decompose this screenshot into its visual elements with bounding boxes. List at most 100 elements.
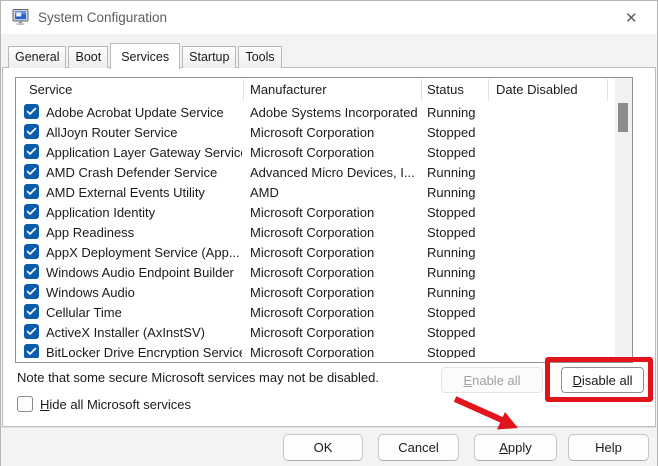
service-manufacturer: Microsoft Corporation	[250, 145, 424, 160]
service-status: Running	[427, 265, 487, 280]
service-manufacturer: Advanced Micro Devices, I...	[250, 165, 424, 180]
column-divider	[488, 79, 489, 101]
service-checkbox[interactable]	[24, 304, 39, 319]
service-checkbox[interactable]	[24, 324, 39, 339]
service-checkbox[interactable]	[24, 344, 39, 358]
service-manufacturer: Microsoft Corporation	[250, 325, 424, 340]
service-status: Running	[427, 185, 487, 200]
service-checkbox[interactable]	[24, 104, 39, 119]
service-status: Stopped	[427, 305, 487, 320]
system-configuration-window: System Configuration ✕ General Boot Serv…	[0, 0, 658, 466]
service-name: AMD Crash Defender Service	[46, 165, 242, 180]
service-checkbox[interactable]	[24, 244, 39, 259]
services-list: Service Manufacturer Status Date Disable…	[15, 77, 633, 363]
service-status: Stopped	[427, 225, 487, 240]
close-icon[interactable]: ✕	[619, 7, 643, 29]
service-checkbox[interactable]	[24, 164, 39, 179]
tab-strip: General Boot Services Startup Tools	[8, 41, 284, 68]
tab-boot[interactable]: Boot	[68, 46, 108, 68]
table-row[interactable]: Application Layer Gateway Service Micros…	[16, 142, 615, 162]
service-status: Stopped	[427, 125, 487, 140]
service-status: Running	[427, 105, 487, 120]
service-name: Application Identity	[46, 205, 242, 220]
service-checkbox[interactable]	[24, 184, 39, 199]
enable-all-button[interactable]: Enable all	[441, 367, 543, 393]
table-row[interactable]: Windows Audio Endpoint Builder Microsoft…	[16, 262, 615, 282]
service-manufacturer: AMD	[250, 185, 424, 200]
service-status: Running	[427, 245, 487, 260]
cancel-button[interactable]: Cancel	[378, 434, 459, 461]
service-manufacturer: Adobe Systems Incorporated	[250, 105, 424, 120]
service-status: Stopped	[427, 145, 487, 160]
service-name: AppX Deployment Service (App...	[46, 245, 242, 260]
service-manufacturer: Microsoft Corporation	[250, 245, 424, 260]
scrollbar-thumb[interactable]	[618, 103, 628, 132]
table-row[interactable]: AllJoyn Router Service Microsoft Corpora…	[16, 122, 615, 142]
table-row[interactable]: Application Identity Microsoft Corporati…	[16, 202, 615, 222]
column-header-service[interactable]: Service	[29, 82, 72, 97]
service-checkbox[interactable]	[24, 144, 39, 159]
service-status: Stopped	[427, 325, 487, 340]
services-list-header: Service Manufacturer Status Date Disable…	[16, 78, 615, 102]
title-bar: System Configuration ✕	[1, 1, 657, 34]
column-divider	[421, 79, 422, 101]
hide-microsoft-services-checkbox[interactable]	[17, 396, 33, 412]
service-checkbox[interactable]	[24, 204, 39, 219]
service-status: Running	[427, 165, 487, 180]
service-manufacturer: Microsoft Corporation	[250, 305, 424, 320]
service-name: Cellular Time	[46, 305, 242, 320]
apply-button[interactable]: Apply	[474, 434, 557, 461]
disable-all-button[interactable]: Disable all	[561, 367, 644, 393]
service-name: ActiveX Installer (AxInstSV)	[46, 325, 242, 340]
table-row[interactable]: App Readiness Microsoft Corporation Stop…	[16, 222, 615, 242]
service-name: Adobe Acrobat Update Service	[46, 105, 242, 120]
service-checkbox[interactable]	[24, 284, 39, 299]
table-row[interactable]: Windows Audio Microsoft Corporation Runn…	[16, 282, 615, 302]
service-name: App Readiness	[46, 225, 242, 240]
column-divider	[607, 79, 608, 101]
service-manufacturer: Microsoft Corporation	[250, 345, 424, 358]
service-manufacturer: Microsoft Corporation	[250, 225, 424, 240]
tab-services[interactable]: Services	[110, 43, 180, 69]
dialog-button-bar: OK Cancel Apply Help	[1, 427, 657, 466]
table-row[interactable]: AMD Crash Defender Service Advanced Micr…	[16, 162, 615, 182]
service-manufacturer: Microsoft Corporation	[250, 285, 424, 300]
service-name: Windows Audio	[46, 285, 242, 300]
msconfig-app-icon	[12, 9, 32, 27]
column-divider	[243, 79, 244, 101]
column-header-date-disabled[interactable]: Date Disabled	[496, 82, 578, 97]
tab-startup[interactable]: Startup	[182, 46, 236, 68]
hide-microsoft-services-label: Hide all Microsoft services	[40, 397, 191, 412]
services-tab-panel: Service Manufacturer Status Date Disable…	[2, 67, 656, 427]
service-checkbox[interactable]	[24, 264, 39, 279]
ok-button[interactable]: OK	[283, 434, 363, 461]
table-row[interactable]: Cellular Time Microsoft Corporation Stop…	[16, 302, 615, 322]
services-rows: Adobe Acrobat Update Service Adobe Syste…	[16, 102, 615, 358]
table-row[interactable]: Adobe Acrobat Update Service Adobe Syste…	[16, 102, 615, 122]
service-checkbox[interactable]	[24, 224, 39, 239]
service-manufacturer: Microsoft Corporation	[250, 205, 424, 220]
service-status: Stopped	[427, 205, 487, 220]
service-status: Running	[427, 285, 487, 300]
service-name: Application Layer Gateway Service	[46, 145, 242, 160]
column-header-status[interactable]: Status	[427, 82, 464, 97]
tab-general[interactable]: General	[8, 46, 66, 68]
table-row[interactable]: AppX Deployment Service (App... Microsof…	[16, 242, 615, 262]
service-manufacturer: Microsoft Corporation	[250, 125, 424, 140]
table-row[interactable]: BitLocker Drive Encryption Service Micro…	[16, 342, 615, 358]
table-row[interactable]: AMD External Events Utility AMD Running	[16, 182, 615, 202]
help-button[interactable]: Help	[568, 434, 649, 461]
service-checkbox[interactable]	[24, 124, 39, 139]
tab-tools[interactable]: Tools	[238, 46, 281, 68]
vertical-scrollbar[interactable]	[615, 78, 632, 362]
column-header-manufacturer[interactable]: Manufacturer	[250, 82, 327, 97]
service-name: BitLocker Drive Encryption Service	[46, 345, 242, 358]
service-name: AllJoyn Router Service	[46, 125, 242, 140]
service-name: Windows Audio Endpoint Builder	[46, 265, 242, 280]
service-status: Stopped	[427, 345, 487, 358]
table-row[interactable]: ActiveX Installer (AxInstSV) Microsoft C…	[16, 322, 615, 342]
service-name: AMD External Events Utility	[46, 185, 242, 200]
window-title: System Configuration	[38, 10, 167, 25]
service-manufacturer: Microsoft Corporation	[250, 265, 424, 280]
secure-services-note: Note that some secure Microsoft services…	[17, 370, 379, 385]
